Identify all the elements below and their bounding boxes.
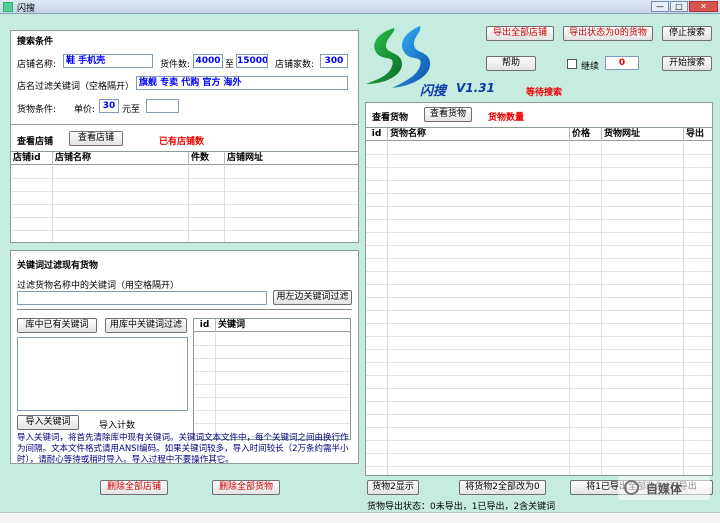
shop-name-input[interactable]: 鞋 手机壳 [63,54,153,68]
import-note: 导入关键词，将首先清除库中现有关键词。关键词文本文件中，每个关键词之间由换行作为… [17,433,349,465]
export-all-shops-button[interactable]: 导出全部店铺 [486,26,554,41]
keyword-filter-hint: 过滤货物名称中的关键词（用空格隔开） [17,281,180,291]
keyword-filter-input[interactable] [17,291,267,305]
goods-to-label: 至 [225,60,235,70]
export-status0-goods-button[interactable]: 导出状态为0的货物 [563,26,653,41]
minimize-button[interactable]: — [651,1,669,12]
search-status: 等待搜索 [526,88,563,98]
goods-panel-title: 查看货物 [372,113,409,123]
shop-name-label: 店铺名称: [17,60,57,70]
keywords-table[interactable]: id 关键词 [193,318,351,440]
library-keyword-filter-button[interactable]: 用库中关键词过滤 [105,318,187,333]
shop-count-label: 店铺家数: [275,60,315,70]
start-search-button[interactable]: 开始搜索 [662,56,712,71]
watermark-text: 自媒体 [646,482,683,496]
price-to-label: 元至 [122,105,141,115]
col-goods-name[interactable]: 货物名称 [388,128,570,141]
continue-label: 继续 [581,62,600,72]
col-shop-id[interactable]: 店铺id [11,152,53,165]
goods-table-body [366,142,712,475]
shops-table-header: 店铺id 店铺名称 件数 店铺网址 [11,152,358,165]
shop-filter-input[interactable]: 旗舰 专卖 代购 官方 海外 [136,76,348,90]
goods-count-status: 货物数量 [488,113,525,123]
status-strip [0,512,720,523]
col-shop-count[interactable]: 件数 [189,152,225,165]
col-keyword-id[interactable]: id [194,319,216,332]
keyword-textarea[interactable] [17,337,188,411]
shop-count-status: 已有店铺数 [159,137,205,147]
export-status-note: 货物导出状态：0未导出，1已导出，2含关键词 [367,502,556,512]
price-min-input[interactable]: 30 [99,99,119,113]
delete-all-goods-button[interactable]: 删除全部货物 [212,480,280,495]
stop-search-button[interactable]: 停止搜索 [662,26,712,41]
app-version: V1.31 [456,81,495,95]
help-button[interactable]: 帮助 [486,56,536,71]
app-icon [3,2,13,12]
search-panel-title: 搜索条件 [17,37,54,47]
col-goods-price[interactable]: 价格 [570,128,602,141]
col-keyword[interactable]: 关键词 [216,319,350,332]
goods-table-header: id 货物名称 价格 货物网址 导出 [366,128,712,141]
col-goods-export[interactable]: 导出 [684,128,712,141]
delete-all-shops-button[interactable]: 删除全部店铺 [100,480,168,495]
goods-max-input[interactable]: 15000 [236,54,268,68]
wechat-icon [624,480,639,495]
set-goods2-to-0-button[interactable]: 将货物2全部改为0 [459,480,546,495]
goods-panel: 查看货物 查看货物 货物数量 id 货物名称 价格 货物网址 导出 [365,102,713,476]
keyword-divider [17,309,352,310]
shop-count-input[interactable]: 300 [320,54,348,68]
shops-table[interactable]: 店铺id 店铺名称 件数 店铺网址 [11,151,358,242]
library-keywords-button[interactable]: 库中已有关键词 [17,318,97,333]
left-keyword-filter-button[interactable]: 用左边关键词过滤 [273,290,352,305]
view-shops-button[interactable]: 查看店铺 [69,131,123,146]
goods-table[interactable]: id 货物名称 价格 货物网址 导出 [366,127,712,475]
goods-count-label: 货件数: [160,60,191,70]
goods-min-input[interactable]: 4000 [193,54,223,68]
keywords-panel: 关键词过滤现有货物 过滤货物名称中的关键词（用空格隔开） 用左边关键词过滤 库中… [10,250,359,465]
continue-checkbox[interactable] [567,59,577,69]
col-goods-url[interactable]: 货物网址 [602,128,684,141]
price-label: 单价: [74,105,96,115]
window-title: 闪搜 [17,4,36,14]
keywords-panel-title: 关键词过滤现有货物 [17,261,99,271]
app-body: 搜索条件 店铺名称: 鞋 手机壳 货件数: 4000 至 15000 店铺家数:… [0,14,720,523]
view-goods-button[interactable]: 查看货物 [424,107,472,122]
keywords-table-header: id 关键词 [194,319,350,332]
watermark: 自媒体 [618,476,710,500]
keywords-table-body [194,333,350,439]
shops-table-body [11,166,358,242]
shops-panel-title: 查看店铺 [17,137,54,147]
window-titlebar: 闪搜 — □ ✕ [0,0,720,14]
shops-panel: 查看店铺 查看店铺 已有店铺数 店铺id 店铺名称 件数 店铺网址 [10,124,359,243]
price-max-input[interactable] [146,99,179,113]
col-shop-name[interactable]: 店铺名称 [53,152,189,165]
search-panel: 搜索条件 店铺名称: 鞋 手机壳 货件数: 4000 至 15000 店铺家数:… [10,30,359,130]
app-name: 闪搜 [420,84,447,99]
show-goods2-button[interactable]: 货物2显示 [367,480,419,495]
maximize-button[interactable]: □ [670,1,688,12]
filter-label: 店名过滤关键词（空格隔开） [17,82,135,92]
col-shop-url[interactable]: 店铺网址 [225,152,358,165]
import-keywords-button[interactable]: 导入关键词 [17,415,79,430]
goods-cond-label: 货物条件: [17,105,57,115]
col-goods-id[interactable]: id [366,128,388,141]
close-button[interactable]: ✕ [689,1,718,12]
continue-value-input[interactable]: 0 [605,56,639,70]
import-count-label: 导入计数 [99,421,136,431]
